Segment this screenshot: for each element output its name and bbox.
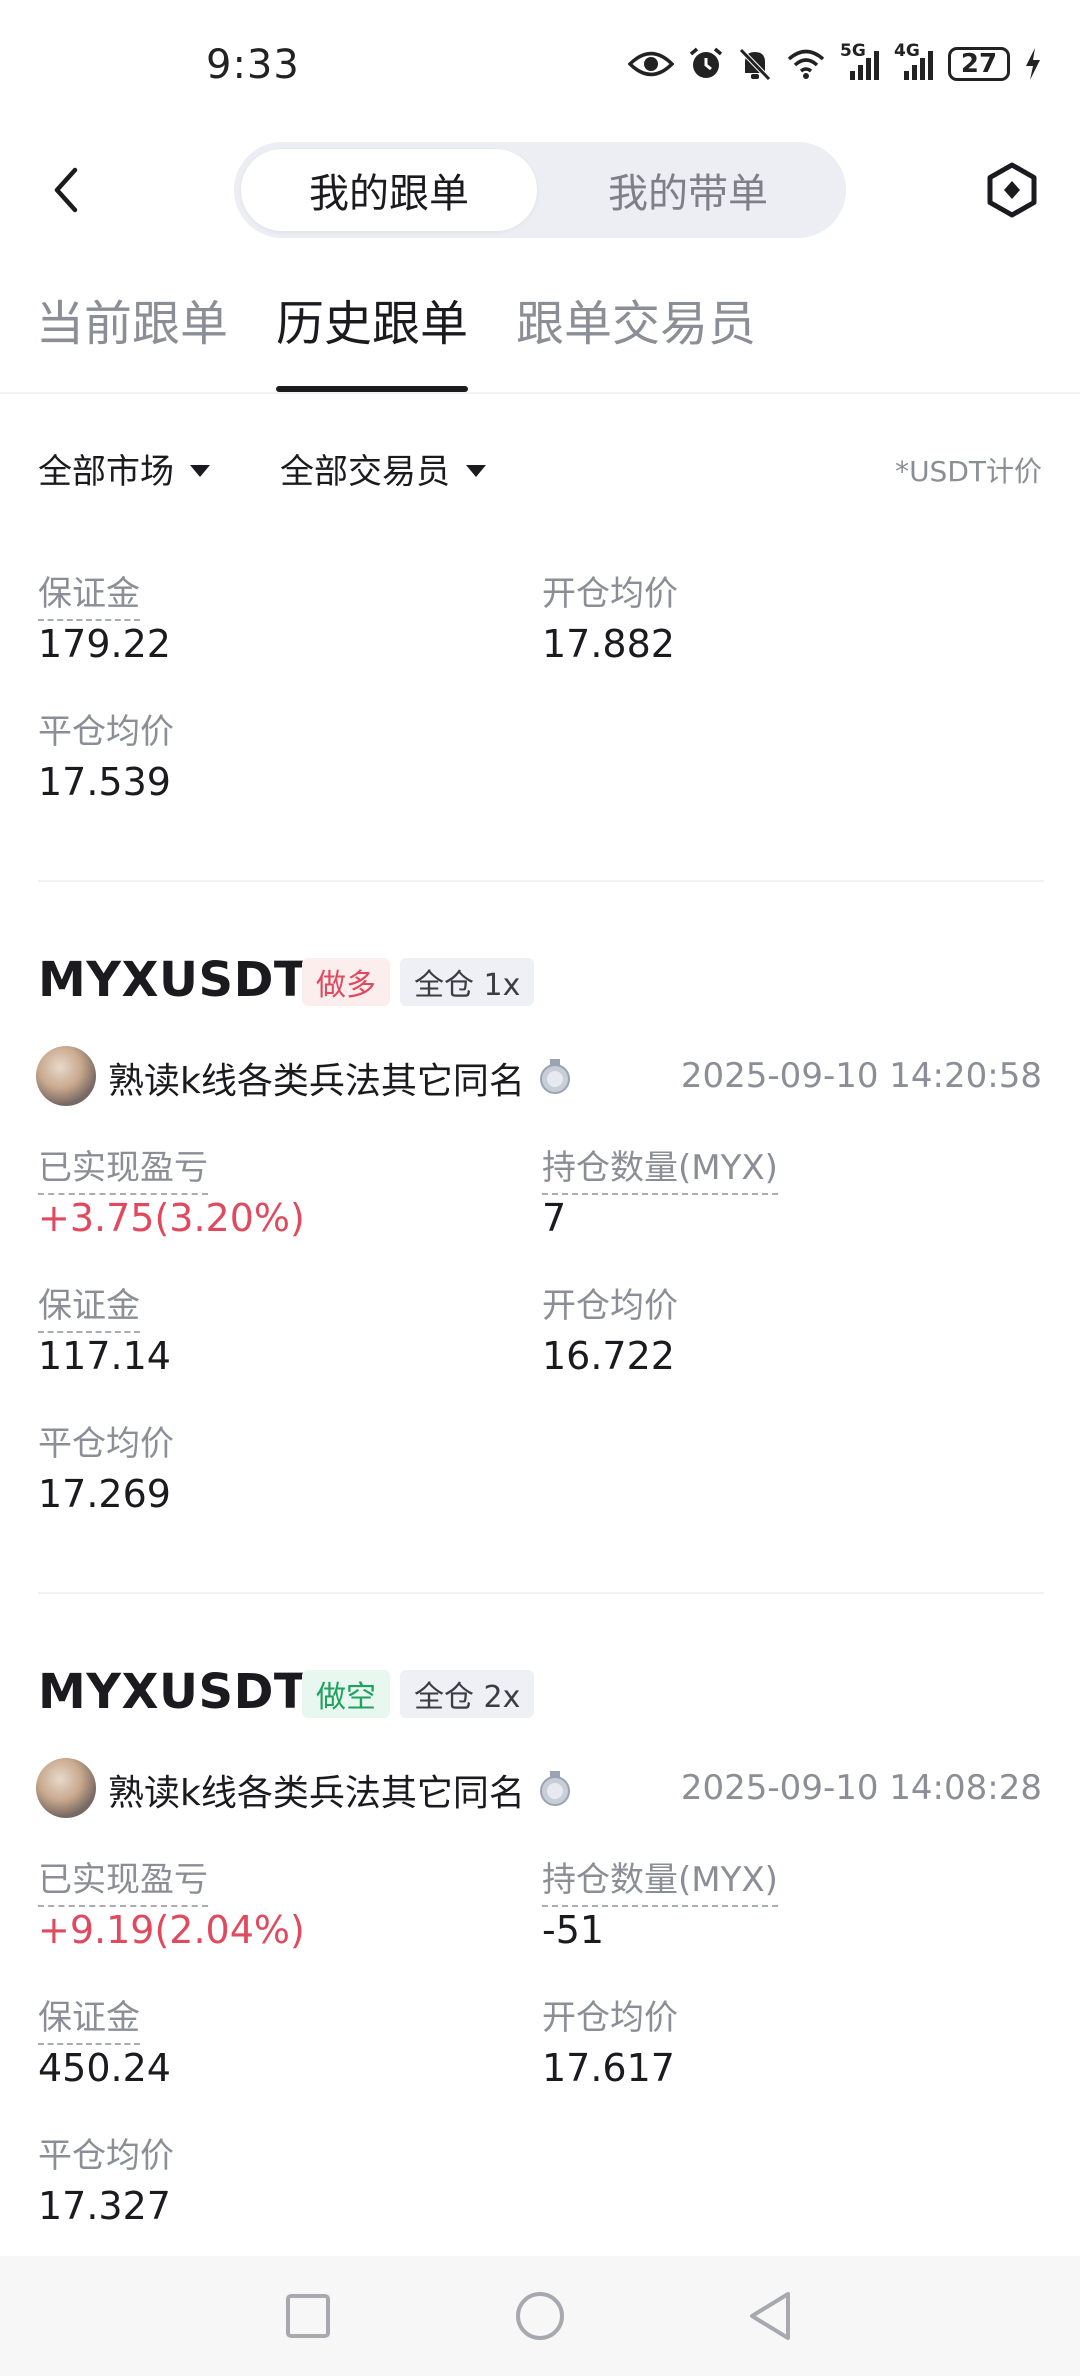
trader-name[interactable]: 熟读k线各类兵法其它同名 xyxy=(108,1764,525,1816)
open-price-value: 17.882 xyxy=(542,622,675,666)
close-price-label: 平仓均价 xyxy=(38,2136,174,2176)
trader-name[interactable]: 熟读k线各类兵法其它同名 xyxy=(108,1052,525,1104)
symbol: MYXUSDT xyxy=(38,952,308,1008)
alarm-icon xyxy=(688,46,724,82)
position-qty-label[interactable]: 持仓数量(MYX) xyxy=(542,1140,778,1195)
position-qty-value: 7 xyxy=(542,1196,567,1240)
open-price-label: 开仓均价 xyxy=(542,1286,678,1326)
segment-my-copy[interactable]: 我的跟单 xyxy=(241,149,537,231)
realized-pnl-value: +3.75(3.20%) xyxy=(38,1196,305,1240)
realized-pnl-label[interactable]: 已实现盈亏 xyxy=(38,1140,208,1195)
margin-label[interactable]: 保证金 xyxy=(38,1278,140,1333)
margin-mode-tag: 全仓 2x xyxy=(400,1670,535,1718)
charging-icon xyxy=(1024,47,1042,81)
header: 我的跟单 我的带单 xyxy=(0,140,1080,240)
close-price-value: 17.269 xyxy=(38,1472,171,1516)
open-price-value: 17.617 xyxy=(542,2046,675,2090)
tab-current-copy[interactable]: 当前跟单 xyxy=(36,284,228,354)
settings-button[interactable] xyxy=(980,158,1044,222)
open-price-value: 16.722 xyxy=(542,1334,675,1378)
circle-icon xyxy=(516,2292,564,2340)
close-price-value: 17.327 xyxy=(38,2184,171,2228)
close-price-value: 17.539 xyxy=(38,760,171,804)
back-button[interactable] xyxy=(40,162,92,218)
order-timestamp: 2025-09-10 14:08:28 xyxy=(680,1768,1042,1808)
margin-mode-tag: 全仓 1x xyxy=(400,958,535,1006)
side-tag-long: 做多 xyxy=(302,958,390,1006)
trader-filter-dropdown[interactable]: 全部交易员 xyxy=(280,444,486,493)
filter-bar: 全部市场 全部交易员 *USDT计价 xyxy=(0,440,1080,500)
divider xyxy=(38,880,1044,882)
order-timestamp: 2025-09-10 14:20:58 xyxy=(680,1056,1042,1096)
trader-filter-label: 全部交易员 xyxy=(280,452,450,492)
margin-value: 179.22 xyxy=(38,622,171,666)
close-price-label: 平仓均价 xyxy=(38,712,174,752)
status-bar: 9:33 5G 4G 27 xyxy=(0,0,1080,130)
chevron-left-icon xyxy=(54,167,78,213)
realized-pnl-value: +9.19(2.04%) xyxy=(38,1908,305,1952)
margin-label[interactable]: 保证金 xyxy=(38,1990,140,2045)
position-qty-value: -51 xyxy=(542,1908,605,1952)
triangle-back-icon xyxy=(750,2292,790,2340)
signal-5g-icon: 5G xyxy=(840,43,880,81)
close-price-label: 平仓均价 xyxy=(38,1424,174,1464)
avatar[interactable] xyxy=(36,1046,96,1106)
price-unit-note: *USDT计价 xyxy=(895,455,1042,488)
market-filter-label: 全部市场 xyxy=(38,452,174,492)
symbol: MYXUSDT xyxy=(38,1664,308,1720)
open-price-label: 开仓均价 xyxy=(542,1998,678,2038)
caret-down-icon xyxy=(190,464,210,477)
eye-icon xyxy=(628,49,674,79)
margin-label[interactable]: 保证金 xyxy=(38,566,140,621)
tab-bar: 当前跟单 历史跟单 跟单交易员 xyxy=(0,270,1080,394)
avatar[interactable] xyxy=(36,1758,96,1818)
market-filter-dropdown[interactable]: 全部市场 xyxy=(38,444,210,493)
position-qty-label[interactable]: 持仓数量(MYX) xyxy=(542,1852,778,1907)
margin-value: 117.14 xyxy=(38,1334,171,1378)
medal-icon xyxy=(540,1771,570,1806)
caret-down-icon xyxy=(466,464,486,477)
wifi-icon xyxy=(786,48,826,80)
recents-button[interactable] xyxy=(278,2286,338,2346)
side-tag-short: 做空 xyxy=(302,1670,390,1718)
home-button[interactable] xyxy=(510,2286,570,2346)
square-icon xyxy=(286,2294,330,2338)
back-nav-button[interactable] xyxy=(740,2286,800,2346)
signal-4g-icon: 4G xyxy=(894,43,934,81)
tab-history-copy[interactable]: 历史跟单 xyxy=(276,284,468,354)
medal-icon xyxy=(540,1059,570,1094)
system-nav-bar xyxy=(0,2256,1080,2376)
battery-indicator: 27 xyxy=(948,47,1010,81)
open-price-label: 开仓均价 xyxy=(542,574,678,614)
margin-value: 450.24 xyxy=(38,2046,171,2090)
realized-pnl-label[interactable]: 已实现盈亏 xyxy=(38,1852,208,1907)
hexagon-settings-icon xyxy=(987,162,1037,218)
segment-my-lead[interactable]: 我的带单 xyxy=(540,149,836,231)
divider xyxy=(38,1592,1044,1594)
copy-mode-segmented-control: 我的跟单 我的带单 xyxy=(234,142,846,238)
status-time: 9:33 xyxy=(206,42,300,88)
status-icons: 5G 4G 27 xyxy=(628,43,1042,82)
mute-bell-icon xyxy=(738,46,772,82)
tab-copy-traders[interactable]: 跟单交易员 xyxy=(516,284,756,354)
active-tab-indicator xyxy=(276,386,468,392)
